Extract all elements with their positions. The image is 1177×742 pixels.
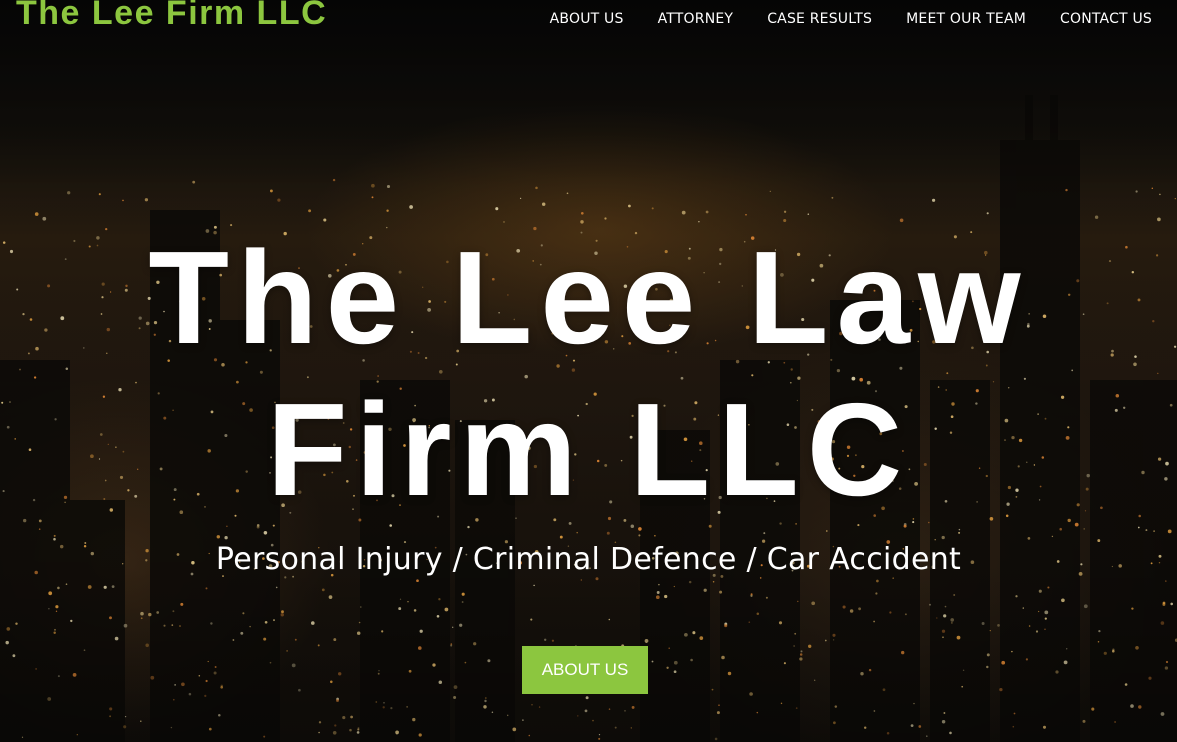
brand-logo-link[interactable]: The Lee Firm LLC — [16, 0, 327, 33]
hero-title-line-2: Firm LLC — [266, 376, 911, 523]
hero-subtitle: Personal Injury / Criminal Defence / Car… — [215, 542, 962, 577]
hero-about-us-button[interactable]: ABOUT US — [522, 646, 648, 694]
site-header: The Lee Firm LLC ABOUT US ATTORNEY CASE … — [0, 0, 1177, 40]
page: The Lee Firm LLC ABOUT US ATTORNEY CASE … — [0, 0, 1177, 742]
nav-link-attorney[interactable]: ATTORNEY — [658, 11, 734, 27]
hero-title: The Lee Law Firm LLC — [0, 222, 1177, 526]
nav-link-meet-our-team[interactable]: MEET OUR TEAM — [906, 11, 1026, 27]
nav-link-about-us[interactable]: ABOUT US — [550, 11, 624, 27]
nav-link-contact-us[interactable]: CONTACT US — [1060, 11, 1152, 27]
main-nav: ABOUT US ATTORNEY CASE RESULTS MEET OUR … — [550, 11, 1152, 27]
hero-title-line-1: The Lee Law — [148, 224, 1029, 371]
nav-link-case-results[interactable]: CASE RESULTS — [767, 11, 872, 27]
